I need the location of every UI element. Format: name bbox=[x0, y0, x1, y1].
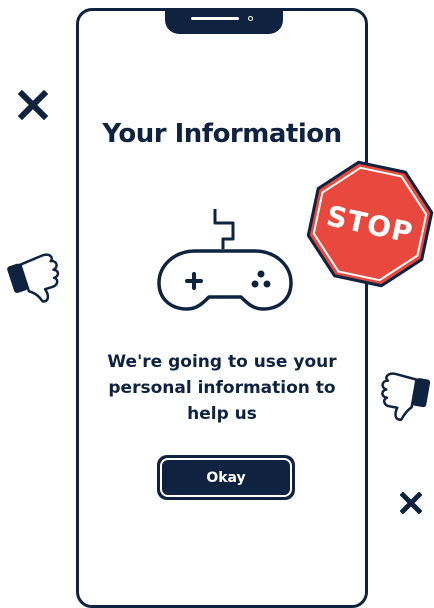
stop-sign: STOP bbox=[306, 160, 434, 288]
phone-frame: Your Information We're going to use your… bbox=[76, 8, 368, 608]
okay-button[interactable]: Okay bbox=[157, 455, 295, 500]
thumbs-down-icon bbox=[7, 253, 60, 303]
phone-notch bbox=[165, 8, 283, 34]
close-x-icon bbox=[18, 90, 48, 120]
game-controller-icon bbox=[157, 209, 293, 311]
close-x-icon bbox=[400, 492, 422, 514]
camera-dot bbox=[248, 16, 253, 21]
message-text: We're going to use your personal informa… bbox=[93, 349, 351, 427]
thumbs-down-icon bbox=[381, 372, 431, 421]
message-line: help us bbox=[187, 404, 257, 424]
message-line: We're going to use your bbox=[107, 352, 337, 372]
message-line: personal information to bbox=[108, 378, 336, 398]
speaker-slot bbox=[191, 17, 239, 20]
page-title: Your Information bbox=[102, 119, 342, 149]
okay-button-label: Okay bbox=[206, 469, 246, 486]
